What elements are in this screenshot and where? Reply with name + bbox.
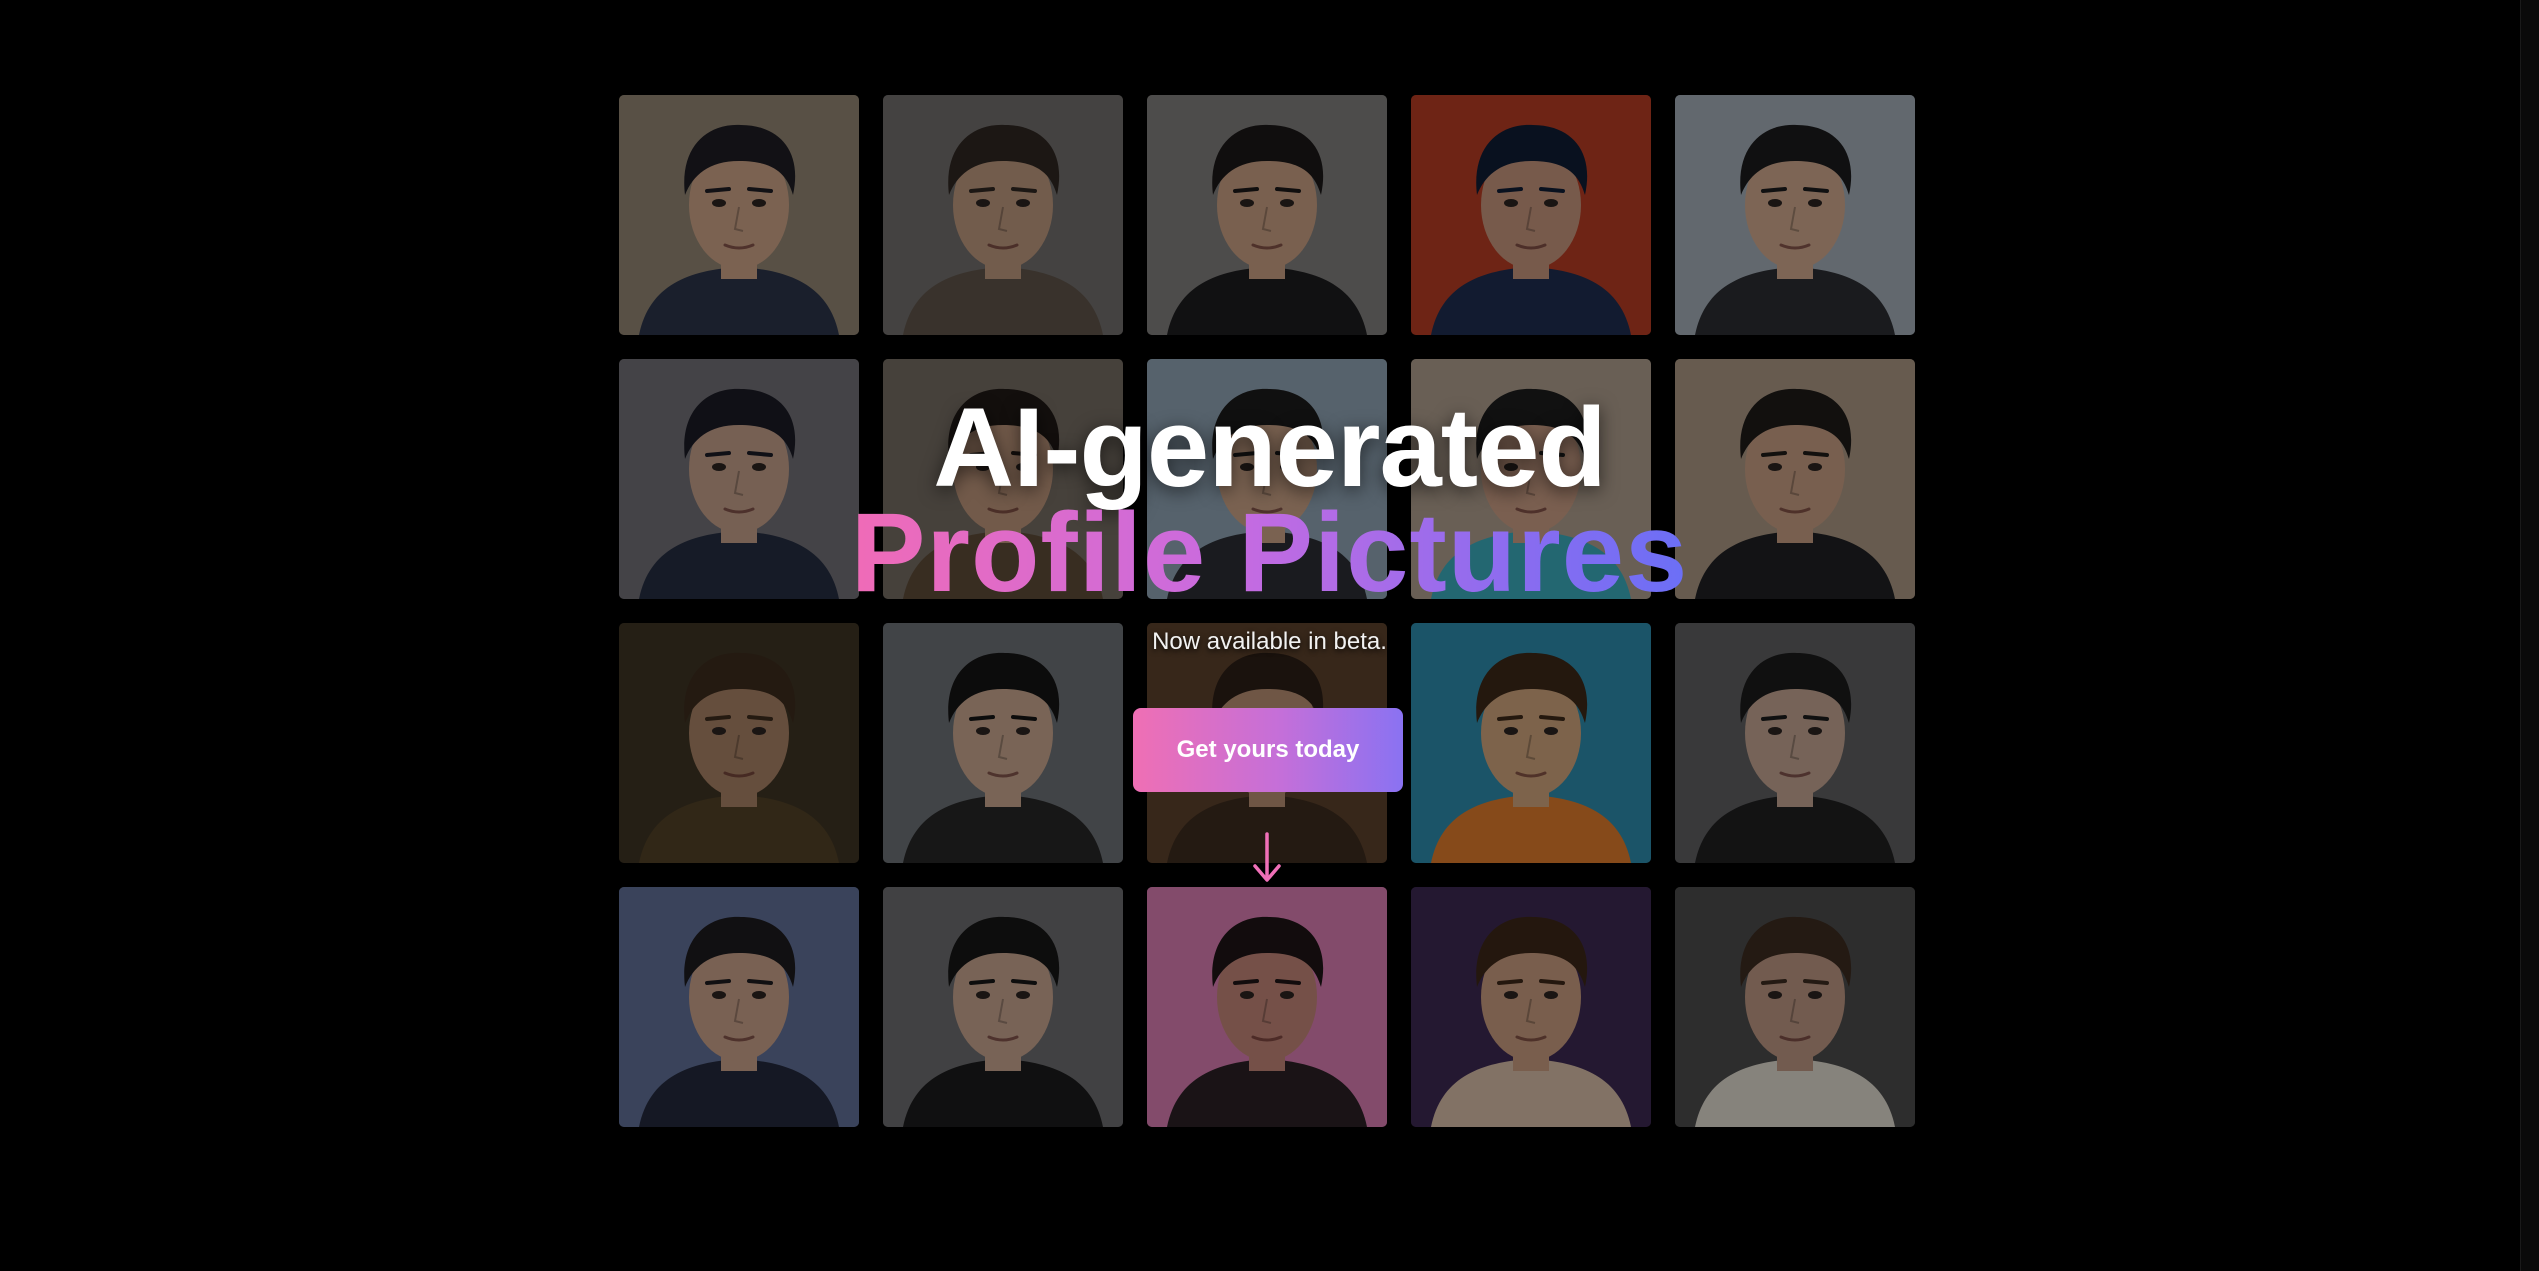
portrait-tile xyxy=(883,359,1123,599)
portrait-grid xyxy=(619,95,1915,1127)
portrait-image xyxy=(1411,95,1651,335)
portrait-image xyxy=(619,359,859,599)
page-scrollbar[interactable] xyxy=(2520,0,2539,1271)
portrait-image xyxy=(619,887,859,1127)
portrait-tile xyxy=(1675,95,1915,335)
portrait-tile xyxy=(883,95,1123,335)
portrait-tile xyxy=(619,359,859,599)
portrait-tile xyxy=(1411,887,1651,1127)
portrait-tile xyxy=(883,887,1123,1127)
portrait-image xyxy=(1675,95,1915,335)
get-yours-today-button[interactable]: Get yours today xyxy=(1133,708,1403,792)
portrait-image xyxy=(1147,359,1387,599)
portrait-image xyxy=(1147,95,1387,335)
portrait-tile xyxy=(1147,95,1387,335)
portrait-image xyxy=(1675,359,1915,599)
portrait-tile xyxy=(619,95,859,335)
portrait-image xyxy=(883,623,1123,863)
portrait-tile xyxy=(1675,623,1915,863)
portrait-tile xyxy=(1411,623,1651,863)
portrait-tile xyxy=(619,887,859,1127)
portrait-tile xyxy=(1675,887,1915,1127)
portrait-tile xyxy=(619,623,859,863)
portrait-image xyxy=(1411,623,1651,863)
landing-page: AI-generated Profile Pictures Now availa… xyxy=(0,0,2539,1271)
portrait-image xyxy=(619,95,859,335)
portrait-image xyxy=(1675,887,1915,1127)
portrait-image xyxy=(1411,887,1651,1127)
portrait-image xyxy=(1675,623,1915,863)
portrait-image xyxy=(1147,887,1387,1127)
portrait-tile xyxy=(1147,359,1387,599)
portrait-tile xyxy=(1411,95,1651,335)
portrait-image xyxy=(1411,359,1651,599)
portrait-image xyxy=(883,887,1123,1127)
portrait-image xyxy=(619,623,859,863)
portrait-tile xyxy=(1147,887,1387,1127)
portrait-tile xyxy=(883,623,1123,863)
portrait-tile xyxy=(1411,359,1651,599)
portrait-image xyxy=(883,95,1123,335)
portrait-tile xyxy=(1675,359,1915,599)
portrait-image xyxy=(883,359,1123,599)
